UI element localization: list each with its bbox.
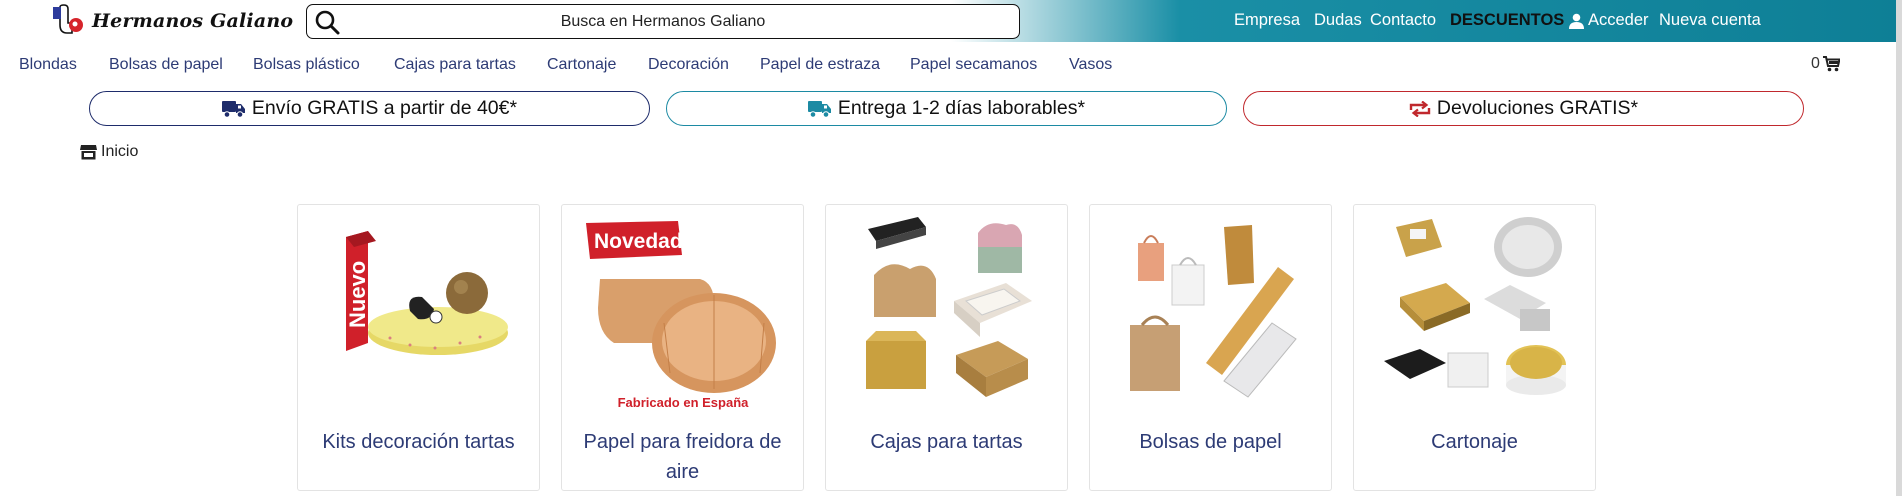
- brand-logo[interactable]: Hermanos Galiano: [48, 2, 293, 40]
- product-title[interactable]: Bolsas de papel: [1098, 427, 1323, 457]
- product-image: [1130, 225, 1297, 398]
- category-blondas[interactable]: Blondas: [19, 56, 77, 74]
- banner-returns-label: Devoluciones GRATIS*: [1436, 97, 1639, 119]
- nav-empresa[interactable]: Empresa: [1234, 11, 1300, 30]
- product-card-kits-decoracion[interactable]: Nuevo Kits decoración tartas: [297, 204, 540, 491]
- product-image: [1384, 217, 1566, 395]
- top-header: Hermanos Galiano Busca en Hermanos Galia…: [0, 0, 1902, 42]
- banner-free-shipping[interactable]: Envío GRATIS a partir de 40€*: [89, 91, 650, 126]
- product-card-papel-freidora[interactable]: Novedad Fabricado en España Papel para f…: [561, 204, 804, 491]
- breadcrumb-home[interactable]: Inicio: [101, 143, 138, 161]
- category-papel-secamanos[interactable]: Papel secamanos: [910, 56, 1037, 74]
- logo-icon: [53, 4, 83, 34]
- brand-name: Hermanos Galiano: [92, 10, 294, 32]
- acceder-label: Acceder: [1588, 11, 1649, 29]
- product-card-bolsas-papel[interactable]: Bolsas de papel: [1089, 204, 1332, 491]
- banner-shipping-label: Envío GRATIS a partir de 40€*: [251, 97, 518, 119]
- search-bar[interactable]: Busca en Hermanos Galiano: [306, 4, 1020, 39]
- product-image: Novedad Fabricado en España: [586, 221, 776, 410]
- page-scrollbar[interactable]: [1896, 0, 1902, 496]
- product-title[interactable]: Cartonaje: [1362, 427, 1587, 457]
- category-vasos[interactable]: Vasos: [1069, 56, 1112, 74]
- product-title[interactable]: Kits decoración tartas: [306, 427, 531, 457]
- category-bolsas-plastico[interactable]: Bolsas plástico: [253, 56, 360, 74]
- nav-nueva-cuenta[interactable]: Nueva cuenta: [1659, 11, 1761, 30]
- product-image: [866, 217, 1032, 397]
- user-icon: [1569, 13, 1584, 29]
- category-cartonaje[interactable]: Cartonaje: [547, 56, 616, 74]
- category-cajas-tartas[interactable]: Cajas para tartas: [394, 56, 516, 74]
- product-card-cartonaje[interactable]: Cartonaje: [1353, 204, 1596, 491]
- cart-button[interactable]: 0: [1811, 55, 1840, 73]
- banner-returns[interactable]: Devoluciones GRATIS*: [1243, 91, 1804, 126]
- badge-novedad: Novedad: [594, 230, 683, 253]
- product-card-cajas-tartas[interactable]: Cajas para tartas: [825, 204, 1068, 491]
- cart-count: 0: [1811, 55, 1820, 72]
- category-bolsas-papel[interactable]: Bolsas de papel: [109, 56, 223, 74]
- nav-acceder[interactable]: Acceder: [1569, 11, 1649, 30]
- product-title[interactable]: Papel para freidora de aire: [570, 427, 795, 487]
- nav-descuentos[interactable]: DESCUENTOS: [1450, 11, 1564, 30]
- nav-contacto[interactable]: Contacto: [1370, 11, 1436, 30]
- store-icon: [80, 145, 97, 160]
- truck-icon: [807, 100, 831, 118]
- breadcrumb[interactable]: Inicio: [80, 143, 138, 161]
- product-title[interactable]: Cajas para tartas: [834, 427, 1059, 457]
- truck-icon: [221, 100, 245, 118]
- made-in-spain-label: Fabricado en España: [618, 395, 750, 410]
- banner-delivery[interactable]: Entrega 1-2 días laborables*: [666, 91, 1227, 126]
- returns-icon: [1409, 100, 1431, 117]
- category-papel-estraza[interactable]: Papel de estraza: [760, 56, 880, 74]
- badge-nuevo: Nuevo: [345, 261, 370, 328]
- nav-dudas[interactable]: Dudas: [1314, 11, 1362, 30]
- search-input[interactable]: Busca en Hermanos Galiano: [341, 13, 1019, 31]
- category-decoracion[interactable]: Decoración: [648, 56, 729, 74]
- cart-icon: [1822, 56, 1840, 72]
- product-image: Nuevo: [345, 231, 508, 355]
- category-nav: Blondas Bolsas de papel Bolsas plástico …: [0, 53, 1902, 79]
- banner-delivery-label: Entrega 1-2 días laborables*: [837, 97, 1086, 119]
- search-icon[interactable]: [313, 8, 341, 36]
